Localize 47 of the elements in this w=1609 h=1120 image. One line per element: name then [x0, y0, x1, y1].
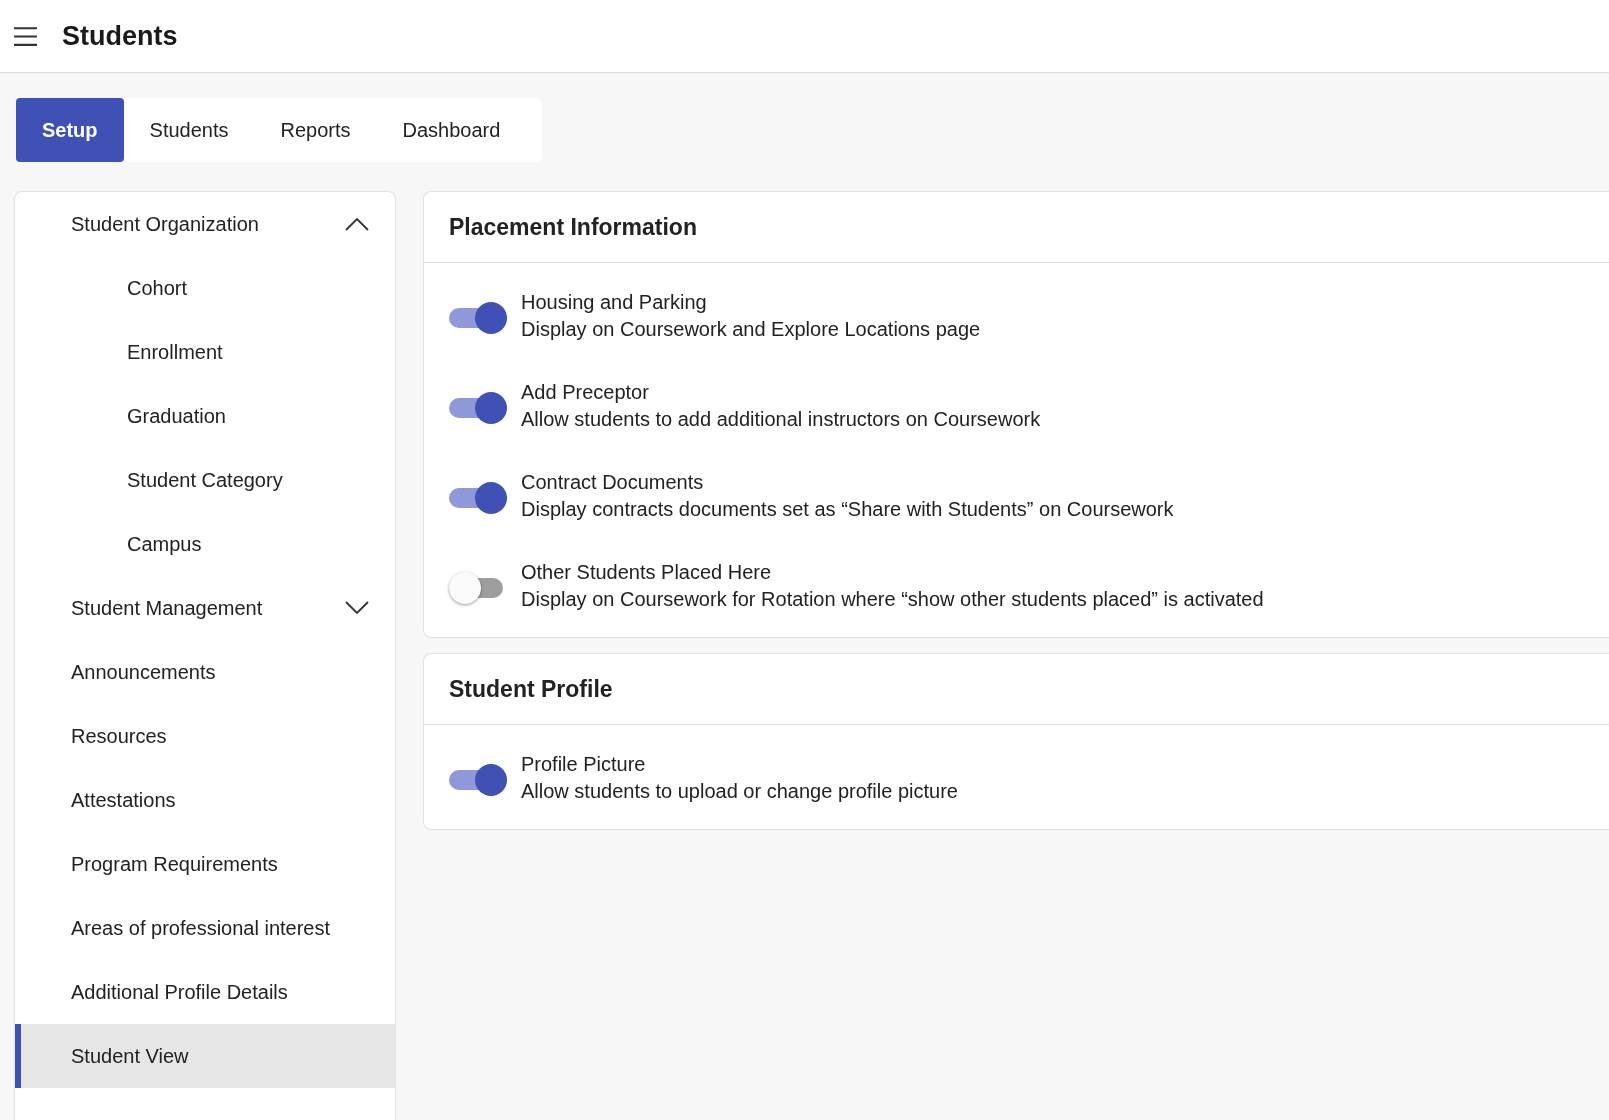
toggle-switch[interactable]: [449, 392, 507, 424]
tab[interactable]: Dashboard: [376, 98, 527, 162]
sidebar-item[interactable]: Areas of professional interest: [15, 896, 395, 960]
sidebar-item-label: Areas of professional interest: [71, 916, 331, 940]
chevron-down-icon[interactable]: [345, 601, 369, 615]
sidebar-subitem[interactable]: Enrollment: [15, 320, 395, 384]
section-title: Student Profile: [449, 675, 613, 703]
setting-description: Allow students to upload or change profile picture: [521, 780, 958, 803]
setting-title: Profile Picture: [521, 753, 647, 776]
sidebar-item-label: Attestations: [71, 788, 176, 812]
setting-title: Other Students Placed Here: [521, 561, 773, 584]
sidebar-item-label: Resources: [71, 724, 167, 748]
sidebar-item-label: Student View: [71, 1044, 189, 1068]
sidebar-item-label: Program Requirements: [71, 852, 278, 876]
sidebar-item[interactable]: Additional Profile Details: [15, 960, 395, 1024]
tab[interactable]: Setup: [16, 98, 124, 162]
sidebar-subitem[interactable]: Student Category: [15, 448, 395, 512]
sidebar-subitem[interactable]: Cohort: [15, 256, 395, 320]
sidebar-item[interactable]: Resources: [15, 704, 395, 768]
chevron-up-icon[interactable]: [345, 217, 369, 231]
setting-description: Display on Coursework and Explore Locations page: [521, 318, 981, 341]
sidebar-subitem[interactable]: Campus: [15, 512, 395, 576]
setting-description: Display on Coursework for Rotation where “show other students placed” is activated: [521, 588, 1264, 611]
sidebar-item[interactable]: Program Requirements: [15, 832, 395, 896]
page-title: Students: [62, 20, 178, 52]
toggle-switch[interactable]: [449, 302, 507, 334]
toggle-switch[interactable]: [449, 482, 507, 514]
sidebar-item-label: Student Management: [71, 596, 263, 620]
setting-description: Allow students to add additional instructors on Coursework: [521, 408, 1041, 431]
tab[interactable]: Students: [123, 98, 255, 162]
sidebar-item[interactable]: Student Organization: [15, 192, 395, 256]
sidebar-item-label: Additional Profile Details: [71, 980, 288, 1004]
sidebar-item[interactable]: Student View: [15, 1024, 395, 1088]
setting-title: Contract Documents: [521, 471, 705, 494]
sidebar-item-label: Announcements: [71, 660, 216, 684]
menu-icon[interactable]: [13, 25, 38, 47]
section-title: Placement Information: [449, 213, 697, 241]
toggle-switch[interactable]: [449, 764, 507, 796]
sidebar-item-label: Student Organization: [71, 212, 259, 236]
sidebar-item[interactable]: Announcements: [15, 640, 395, 704]
sidebar-item[interactable]: Student Management: [15, 576, 395, 640]
setting-title: Add Preceptor: [521, 381, 650, 404]
setting-description: Display contracts documents set as “Share with Students” on Coursework: [521, 498, 1174, 521]
sidebar-item[interactable]: Attestations: [15, 768, 395, 832]
setting-title: Housing and Parking: [521, 291, 708, 314]
sidebar-subitem[interactable]: Graduation: [15, 384, 395, 448]
tab[interactable]: Reports: [254, 98, 377, 162]
